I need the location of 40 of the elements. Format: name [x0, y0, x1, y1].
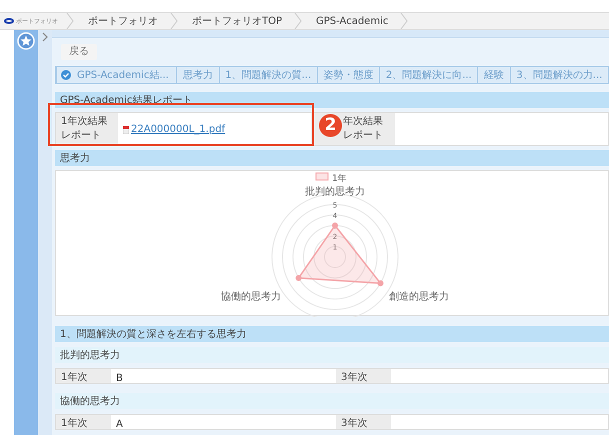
legend-label: 1年	[332, 174, 347, 184]
logo-icon	[4, 18, 14, 24]
breadcrumb-separator	[170, 13, 178, 29]
legend-swatch	[316, 172, 328, 180]
table-label: 3年次	[336, 369, 391, 383]
chevron-right-icon	[41, 32, 49, 42]
step-tab[interactable]: 経験	[477, 67, 510, 83]
step-tab[interactable]: 1、問題解決の質...	[218, 67, 317, 83]
file-link[interactable]: 22A000000L_1.pdf	[123, 122, 306, 137]
pdf-icon	[123, 126, 129, 134]
sidebar-toggle[interactable]	[38, 30, 52, 435]
table-cell-text: A	[115, 418, 124, 429]
table-label: 1年次結果レポート	[56, 113, 118, 145]
axis-label: 批判的思考力	[305, 186, 365, 198]
axis-label: 協働的思考力	[220, 292, 281, 303]
table-label: 3年次	[336, 415, 391, 429]
step-tab[interactable]: 2、問題解決に向...	[379, 67, 478, 83]
table-cell-text: B	[115, 372, 124, 383]
section-header: 思考力	[55, 150, 609, 166]
step-tab[interactable]: 3、問題解決の力...	[510, 67, 608, 83]
breadcrumb-separator	[66, 13, 74, 29]
table-label: 1年次	[56, 369, 111, 383]
axis-label: 創造的思考力	[389, 292, 450, 303]
step-tab[interactable]: GPS-Academic結...	[56, 67, 176, 83]
data-point	[296, 275, 302, 281]
back-button[interactable]: 戻る	[61, 44, 97, 60]
breadcrumb-link[interactable]: ポートフォリオTOP	[178, 13, 294, 29]
data-point	[377, 280, 384, 286]
step-tab[interactable]: 思考力	[176, 67, 219, 83]
table-label: 1年次	[56, 415, 111, 429]
step-tab[interactable]: 姿勢・態度	[316, 67, 380, 83]
subsection-header: 協働的思考力	[55, 393, 609, 409]
breadcrumb-separator	[400, 13, 408, 29]
subsection-header: 批判的思考力	[55, 347, 609, 363]
data-point	[332, 222, 338, 228]
check-icon	[61, 70, 71, 80]
breadcrumb-link[interactable]: GPS-Academic	[302, 13, 400, 29]
breadcrumb-separator	[294, 13, 302, 29]
breadcrumb-link[interactable]: ポートフォリオ	[74, 13, 170, 29]
section-header: 1、問題解決の質と深さを左右する思考力	[55, 326, 609, 342]
